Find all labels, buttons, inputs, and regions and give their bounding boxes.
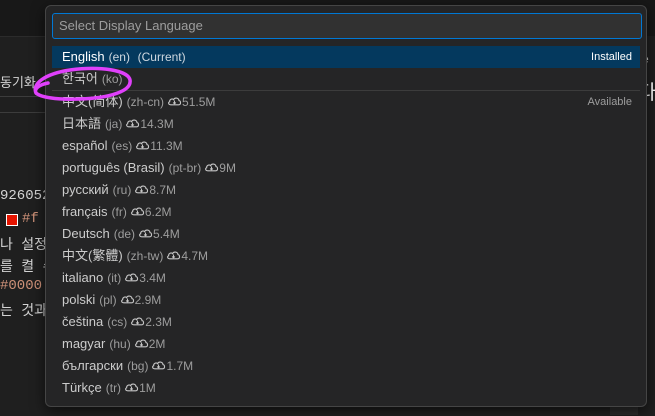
download-size: 9M (219, 161, 236, 175)
language-code: (tr) (105, 381, 122, 395)
language-name: Deutsch (62, 226, 110, 241)
download-size: 6.2M (144, 205, 172, 219)
language-name: español (62, 138, 108, 153)
current-marker: (Current) (137, 50, 186, 64)
language-name: 中文(简体) (62, 94, 123, 109)
language-name: 한국어 (62, 71, 98, 86)
cloud-download-icon (121, 270, 139, 285)
download-size: 51.5M (182, 95, 216, 109)
language-name: italiano (62, 270, 104, 285)
download-size: 4.7M (181, 249, 209, 263)
language-name: polski (62, 292, 96, 307)
cloud-download-icon (148, 358, 166, 373)
installed-group-label: Installed (591, 51, 632, 63)
divider (0, 112, 48, 113)
download-size: 5.4M (153, 227, 180, 241)
language-item[interactable]: български (bg) 1.7M (52, 355, 640, 377)
language-code: (zh-cn) (126, 95, 165, 109)
language-code: (fr) (111, 205, 127, 219)
language-item[interactable]: português (Brasil) (pt-br) 9M (52, 157, 640, 179)
code-line: 나 설정 (0, 238, 48, 254)
download-size: 3.4M (139, 271, 166, 285)
language-item[interactable]: 中文(繁體) (zh-tw) 4.7M (52, 245, 640, 267)
download-size: 1.7M (166, 359, 194, 373)
language-name: English (62, 49, 105, 64)
language-code: (de) (113, 227, 136, 241)
cloud-download-icon (122, 116, 140, 131)
language-item[interactable]: polski (pl) 2.9M (52, 289, 640, 311)
download-size: 8.7M (149, 183, 177, 197)
code-line: 는 것과 (0, 304, 48, 320)
language-item[interactable]: français (fr) 6.2M (52, 201, 640, 223)
cloud-download-icon (121, 380, 139, 395)
language-code: (pl) (99, 293, 117, 307)
cloud-download-icon (131, 182, 149, 197)
language-item[interactable]: magyar (hu) 2M (52, 333, 640, 355)
language-code: (pt-br) (168, 161, 202, 175)
download-size: 14.3M (140, 117, 174, 131)
language-search-input[interactable] (52, 13, 642, 39)
language-code: (ru) (112, 183, 132, 197)
language-name: русский (62, 182, 109, 197)
language-item[interactable]: Deutsch (de) 5.4M (52, 223, 640, 245)
language-item[interactable]: 中文(简体) (zh-cn) 51.5M Available (52, 90, 640, 113)
language-name: magyar (62, 336, 106, 351)
cloud-download-icon (201, 160, 219, 175)
language-item[interactable]: italiano (it) 3.4M (52, 267, 640, 289)
cloud-download-icon (163, 248, 181, 263)
language-code: (ko) (101, 72, 123, 86)
code-line: #0000 (0, 278, 43, 294)
language-list: English (en) (Current) Installed 한국어 (ko) 中文(… (52, 46, 640, 399)
cloud-download-icon (127, 314, 145, 329)
cloud-download-icon (131, 336, 149, 351)
language-code: (it) (107, 271, 122, 285)
language-name: čeština (62, 314, 104, 329)
cloud-download-icon (164, 94, 182, 109)
language-code: (es) (111, 139, 133, 153)
language-code: (ja) (105, 117, 123, 131)
language-item[interactable]: English (en) (Current) Installed (52, 46, 640, 68)
display-language-quick-pick: English(en) (Current)Installed한국어(ko)中文(… (45, 5, 647, 407)
language-item[interactable]: español (es) 11.3M (52, 135, 640, 157)
download-size: 2.3M (145, 315, 172, 329)
download-size: 2.9M (134, 293, 162, 307)
cloud-download-icon (135, 226, 153, 241)
cloud-download-icon (117, 292, 135, 307)
language-code: (en) (108, 50, 130, 64)
language-code: (bg) (127, 359, 149, 373)
download-size: 1M (139, 381, 156, 395)
language-item[interactable]: 日本語 (ja) 14.3M (52, 113, 640, 135)
download-size: 2M (148, 337, 166, 351)
code-line: 926052 (0, 188, 51, 204)
language-item[interactable]: 한국어 (ko) (52, 68, 640, 90)
language-item[interactable]: Türkçe (tr) 1M (52, 377, 640, 399)
language-name: 中文(繁體) (62, 248, 123, 263)
sync-label: 동기화 (0, 75, 36, 90)
code-line: #f (22, 211, 39, 227)
divider (0, 96, 48, 97)
color-swatch (6, 214, 18, 226)
language-code: (hu) (109, 337, 131, 351)
language-name: български (62, 358, 124, 373)
language-name: 日本語 (62, 116, 102, 131)
language-code: (cs) (107, 315, 128, 329)
language-item[interactable]: čeština (cs) 2.3M (52, 311, 640, 333)
available-group-label: Available (587, 96, 632, 108)
language-item[interactable]: русский (ru) 8.7M (52, 179, 640, 201)
language-name: português (Brasil) (62, 160, 165, 175)
cloud-download-icon (132, 138, 150, 153)
language-name: Türkçe (62, 380, 102, 395)
language-name: français (62, 204, 108, 219)
cloud-download-icon (127, 204, 145, 219)
download-size: 11.3M (150, 139, 183, 153)
language-code: (zh-tw) (126, 249, 164, 263)
